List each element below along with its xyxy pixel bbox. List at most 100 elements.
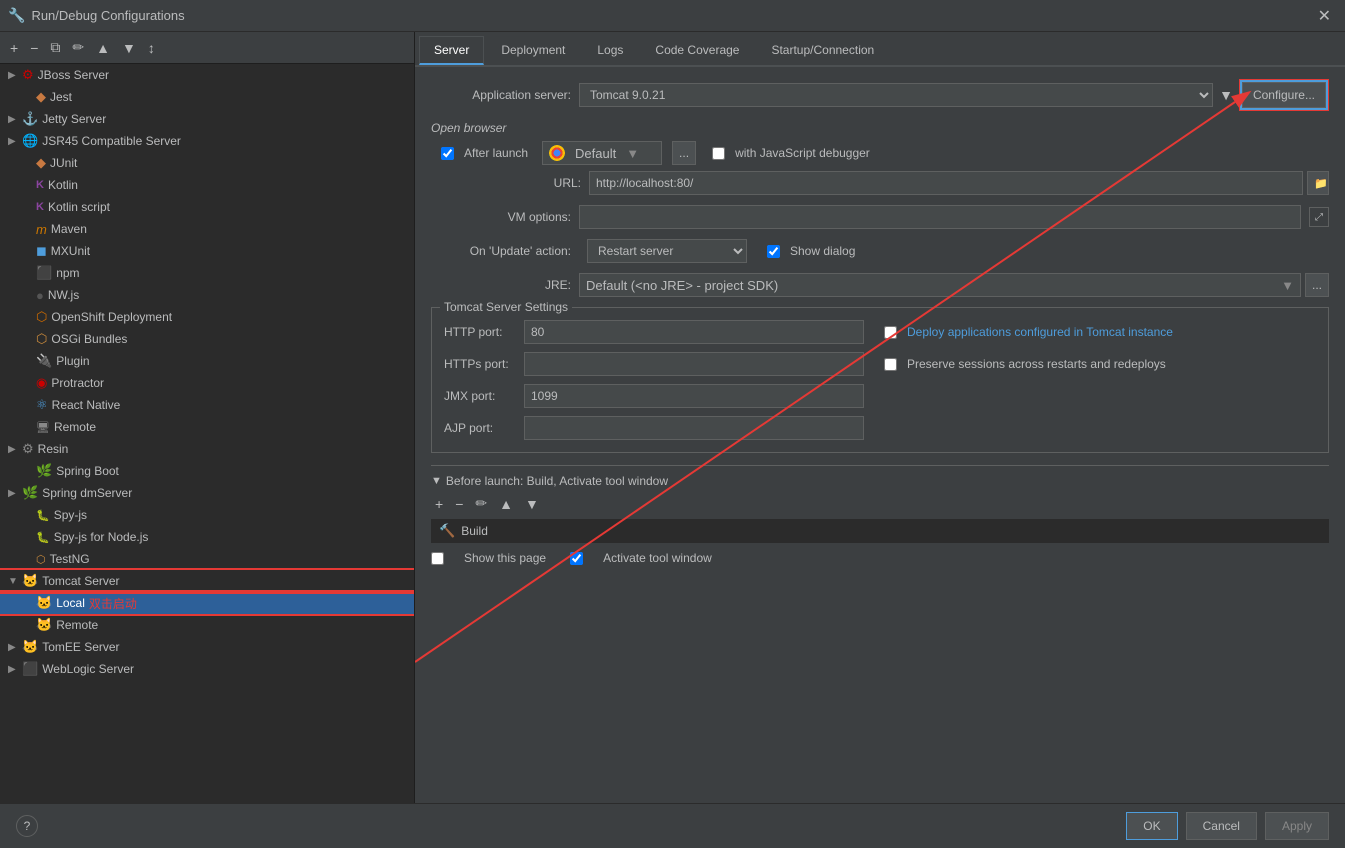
help-button[interactable]: ? <box>16 815 38 837</box>
tree-item-tomee[interactable]: ▶ 🐱 TomEE Server <box>0 636 414 658</box>
tree-item-label: Spring dmServer <box>42 486 132 500</box>
tree-item-osgi[interactable]: ⬡ OSGi Bundles <box>0 328 414 350</box>
tree-item-local[interactable]: 🐱 Local 双击启动 <box>0 592 414 614</box>
tree-item-openshift[interactable]: ⬡ OpenShift Deployment <box>0 306 414 328</box>
tree-item-plugin[interactable]: 🔌 Plugin <box>0 350 414 372</box>
tree-item-spyjs[interactable]: 🐛 Spy-js <box>0 504 414 526</box>
edit-button[interactable]: ✏ <box>68 37 88 58</box>
tree-item-label: Remote <box>54 420 96 434</box>
on-update-select[interactable]: Restart server <box>587 239 747 263</box>
tree-item-jest[interactable]: ◆ Jest <box>0 86 414 108</box>
jre-value: Default (<no JRE> - project SDK) <box>586 278 778 293</box>
tree-item-tomcatserver[interactable]: ▼ 🐱 Tomcat Server <box>0 570 414 592</box>
preserve-sessions-checkbox[interactable] <box>884 358 897 371</box>
jre-select[interactable]: Default (<no JRE> - project SDK) ▼ <box>579 273 1301 297</box>
tree-item-resin[interactable]: ▶ ⚙ Resin <box>0 438 414 460</box>
app-server-expand-icon[interactable]: ▼ <box>1219 87 1233 103</box>
browser-more-button[interactable]: ... <box>672 141 696 165</box>
port-grid: HTTP port: Deploy applications configure… <box>444 320 1316 440</box>
http-port-row: HTTP port: <box>444 320 876 344</box>
add-button[interactable]: + <box>6 38 22 58</box>
bottom-checkboxes: Show this page Activate tool window <box>431 547 1329 569</box>
tree-item-testng[interactable]: ⬡ TestNG <box>0 548 414 570</box>
before-launch-add-button[interactable]: + <box>431 495 447 513</box>
tree-item-label: Maven <box>51 222 87 236</box>
tree-item-springdm[interactable]: ▶ 🌿 Spring dmServer <box>0 482 414 504</box>
tab-server[interactable]: Server <box>419 36 484 65</box>
show-dialog-row: Show dialog <box>767 244 855 258</box>
deploy-tomcat-label: Deploy applications configured in Tomcat… <box>907 325 1173 339</box>
tab-logs[interactable]: Logs <box>582 36 638 65</box>
collapse-arrow-icon[interactable]: ▼ <box>431 475 442 487</box>
tree-item-maven[interactable]: m Maven <box>0 218 414 240</box>
copy-button[interactable]: ⧉ <box>46 37 64 58</box>
arrow-icon: ▶ <box>8 488 22 499</box>
remove-button[interactable]: − <box>26 38 42 58</box>
jsr45-icon: 🌐 <box>22 133 38 149</box>
deploy-tomcat-checkbox[interactable] <box>884 326 897 339</box>
jboss-icon: ⚙ <box>22 67 34 83</box>
cancel-button[interactable]: Cancel <box>1186 812 1257 840</box>
https-port-input[interactable] <box>524 352 864 376</box>
tree-item-kotlinscript[interactable]: K Kotlin script <box>0 196 414 218</box>
server-settings-title: Tomcat Server Settings <box>440 300 572 314</box>
move-up-button[interactable]: ▲ <box>92 38 114 58</box>
chinese-label: 双击启动 <box>89 595 137 612</box>
tree-item-jetty[interactable]: ▶ ⚓ Jetty Server <box>0 108 414 130</box>
vm-expand-button[interactable]: ⤢ <box>1309 207 1329 227</box>
tree-item-reactnative[interactable]: ⚛ React Native <box>0 394 414 416</box>
activate-tool-window-checkbox[interactable] <box>570 552 583 565</box>
ok-button[interactable]: OK <box>1126 812 1177 840</box>
tab-startup[interactable]: Startup/Connection <box>756 36 889 65</box>
arrow-icon: ▼ <box>8 576 22 587</box>
before-launch-down-button[interactable]: ▼ <box>521 495 543 513</box>
before-launch-edit-button[interactable]: ✏ <box>471 494 491 513</box>
url-browse-button[interactable]: 📁 <box>1307 171 1329 195</box>
js-debugger-checkbox[interactable] <box>712 147 725 160</box>
before-launch-up-button[interactable]: ▲ <box>495 495 517 513</box>
configure-button[interactable]: Configure... <box>1242 82 1326 108</box>
http-port-input[interactable] <box>524 320 864 344</box>
tree-item-protractor[interactable]: ◉ Protractor <box>0 372 414 394</box>
tree-item-weblogic[interactable]: ▶ ⬛ WebLogic Server <box>0 658 414 680</box>
https-port-label: HTTPs port: <box>444 357 524 371</box>
tree-item-remote[interactable]: 🖥 Remote <box>0 416 414 438</box>
tabs-bar: Server Deployment Logs Code Coverage Sta… <box>415 32 1345 67</box>
tree-item-junit[interactable]: ◆ JUnit <box>0 152 414 174</box>
maven-icon: m <box>36 222 47 237</box>
vm-options-label: VM options: <box>431 210 571 224</box>
kotlin-icon: K <box>36 179 44 191</box>
sort-button[interactable]: ↕ <box>144 38 159 58</box>
before-launch-remove-button[interactable]: − <box>451 495 467 513</box>
close-button[interactable]: ✕ <box>1312 4 1337 28</box>
tab-deployment[interactable]: Deployment <box>486 36 580 65</box>
tree-item-kotlin[interactable]: K Kotlin <box>0 174 414 196</box>
jre-more-button[interactable]: ... <box>1305 273 1329 297</box>
tree-item-mxunit[interactable]: ◼ MXUnit <box>0 240 414 262</box>
after-launch-checkbox[interactable] <box>441 147 454 160</box>
ajp-port-input[interactable] <box>524 416 864 440</box>
tree-item-npm[interactable]: ⬛ npm <box>0 262 414 284</box>
browser-select[interactable]: Default ▼ <box>542 141 662 165</box>
app-server-select[interactable]: Tomcat 9.0.21 <box>579 83 1213 107</box>
show-this-page-checkbox[interactable] <box>431 552 444 565</box>
jmx-port-input[interactable] <box>524 384 864 408</box>
tree-item-label: WebLogic Server <box>42 662 134 676</box>
show-dialog-checkbox[interactable] <box>767 245 780 258</box>
tree-item-remote-child[interactable]: 🐱 Remote <box>0 614 414 636</box>
tab-codecoverage[interactable]: Code Coverage <box>640 36 754 65</box>
tree-item-label: TomEE Server <box>42 640 119 654</box>
move-down-button[interactable]: ▼ <box>118 38 140 58</box>
tree-item-jsr45[interactable]: ▶ 🌐 JSR45 Compatible Server <box>0 130 414 152</box>
tree-item-springboot[interactable]: 🌿 Spring Boot <box>0 460 414 482</box>
tree-item-jboss[interactable]: ▶ ⚙ JBoss Server <box>0 64 414 86</box>
tree-item-label: Tomcat Server <box>42 574 119 588</box>
vm-options-input[interactable] <box>579 205 1301 229</box>
apply-button[interactable]: Apply <box>1265 812 1329 840</box>
tree-item-label: JSR45 Compatible Server <box>42 134 181 148</box>
tree-item-nwjs[interactable]: ● NW.js <box>0 284 414 306</box>
browser-value: Default <box>575 146 616 161</box>
tree-item-spyjsnode[interactable]: 🐛 Spy-js for Node.js <box>0 526 414 548</box>
url-input[interactable] <box>589 171 1303 195</box>
springboot-icon: 🌿 <box>36 463 52 479</box>
